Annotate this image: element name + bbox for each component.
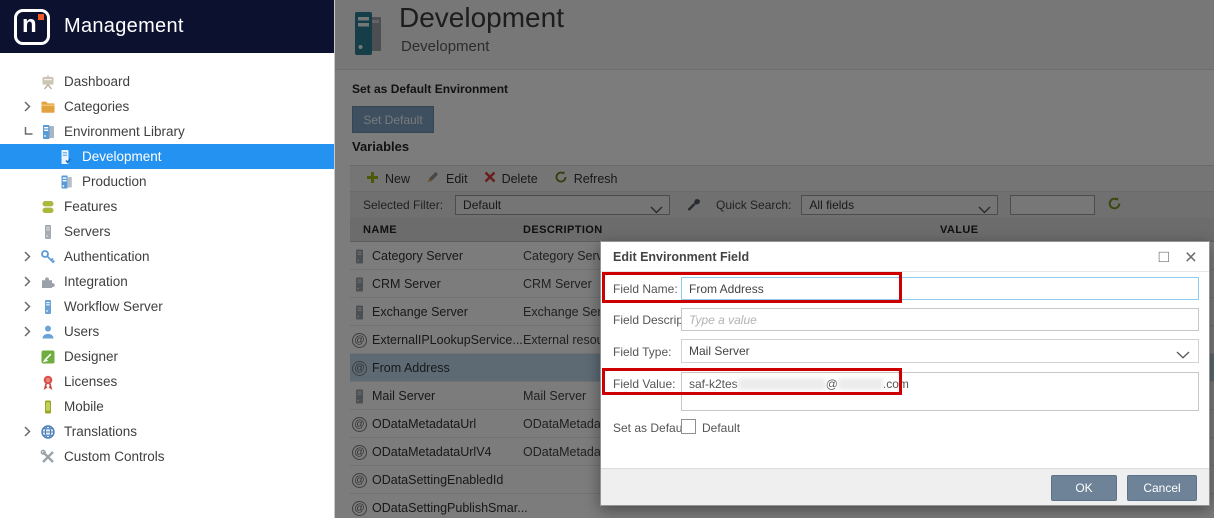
puzzle-icon	[40, 274, 56, 290]
features-icon	[40, 199, 56, 215]
chevron-right-icon[interactable]	[24, 276, 40, 287]
chevron-right-icon[interactable]	[24, 301, 40, 312]
sidebar-item-features[interactable]: Features	[0, 194, 334, 219]
sidebar-item-label: Servers	[64, 224, 111, 239]
field-value-at: @	[825, 377, 838, 391]
field-name-label: Field Name:	[613, 282, 678, 296]
chevron-right-icon[interactable]	[24, 251, 40, 262]
sidebar-item-label: Production	[82, 174, 147, 189]
sidebar-header: n Management	[0, 0, 334, 53]
field-type-value: Mail Server	[689, 344, 750, 358]
chevron-down-icon	[1176, 348, 1190, 362]
chevron-right-icon[interactable]	[24, 426, 40, 437]
field-name-input[interactable]	[681, 277, 1199, 300]
field-type-dropdown[interactable]: Mail Server	[681, 339, 1199, 363]
sidebar-item-workflow-server[interactable]: Workflow Server	[0, 294, 334, 319]
maximize-icon[interactable]	[1159, 247, 1169, 267]
environment-library-icon	[40, 124, 56, 140]
field-value-prefix: saf-k2tes	[689, 377, 738, 391]
tree-expanded-icon[interactable]	[24, 127, 40, 136]
user-icon	[40, 324, 56, 340]
environment-icon	[58, 174, 74, 190]
sidebar-item-integration[interactable]: Integration	[0, 269, 334, 294]
sidebar-item-custom-controls[interactable]: Custom Controls	[0, 444, 334, 469]
workflow-server-icon	[40, 299, 56, 315]
sidebar-item-label: Users	[64, 324, 100, 339]
mobile-icon	[40, 399, 56, 415]
field-description-input[interactable]	[681, 308, 1199, 331]
dashboard-icon	[40, 74, 56, 90]
ok-button[interactable]: OK	[1051, 475, 1117, 501]
sidebar-item-development[interactable]: Development	[0, 144, 334, 169]
app-title: Management	[64, 15, 184, 37]
field-type-label: Field Type:	[613, 345, 672, 359]
app-window: n Management Dashboard Categories Enviro…	[0, 0, 1214, 518]
sidebar-item-authentication[interactable]: Authentication	[0, 244, 334, 269]
sidebar-item-label: Designer	[64, 349, 119, 364]
sidebar-item-label: Authentication	[64, 249, 150, 264]
chevron-right-icon[interactable]	[24, 101, 40, 112]
close-icon[interactable]	[1185, 246, 1197, 270]
dialog-titlebar: Edit Environment Field	[601, 242, 1209, 272]
globe-icon	[40, 424, 56, 440]
redaction-blur	[837, 378, 883, 390]
license-icon	[40, 374, 56, 390]
sidebar-item-label: Dashboard	[64, 74, 131, 89]
field-value-input[interactable]: saf-k2tes @ .com	[681, 372, 1199, 411]
default-checkbox[interactable]	[681, 419, 696, 434]
sidebar-item-designer[interactable]: Designer	[0, 344, 334, 369]
sidebar-item-label: Licenses	[64, 374, 118, 389]
nintex-logo: n	[14, 8, 50, 45]
sidebar-item-label: Categories	[64, 99, 130, 114]
sidebar-item-label: Features	[64, 199, 118, 214]
tools-icon	[40, 449, 56, 465]
set-as-default-label: Set as Default:	[613, 421, 692, 435]
sidebar-item-licenses[interactable]: Licenses	[0, 369, 334, 394]
cancel-button[interactable]: Cancel	[1127, 475, 1197, 501]
sidebar-item-label: Custom Controls	[64, 449, 165, 464]
environment-icon	[58, 149, 74, 165]
sidebar-item-production[interactable]: Production	[0, 169, 334, 194]
default-checkbox-label: Default	[702, 421, 741, 435]
field-value-suffix: .com	[882, 377, 909, 391]
dialog-footer: OK Cancel	[601, 468, 1209, 505]
sidebar-item-label: Development	[82, 149, 162, 164]
sidebar-item-categories[interactable]: Categories	[0, 94, 334, 119]
dialog-title: Edit Environment Field	[613, 250, 750, 264]
sidebar-item-label: Mobile	[64, 399, 104, 414]
sidebar-item-environment-library[interactable]: Environment Library	[0, 119, 334, 144]
sidebar-item-label: Integration	[64, 274, 128, 289]
server-icon	[40, 224, 56, 240]
sidebar: n Management Dashboard Categories Enviro…	[0, 0, 335, 518]
folder-icon	[40, 99, 56, 115]
sidebar-item-translations[interactable]: Translations	[0, 419, 334, 444]
sidebar-item-label: Environment Library	[64, 124, 185, 139]
sidebar-nav: Dashboard Categories Environment Library…	[0, 53, 334, 469]
sidebar-item-dashboard[interactable]: Dashboard	[0, 69, 334, 94]
sidebar-item-mobile[interactable]: Mobile	[0, 394, 334, 419]
sidebar-item-servers[interactable]: Servers	[0, 219, 334, 244]
chevron-right-icon[interactable]	[24, 326, 40, 337]
key-icon	[40, 249, 56, 265]
logo-letter: n	[22, 10, 37, 38]
sidebar-item-label: Translations	[64, 424, 138, 439]
edit-environment-field-dialog: Edit Environment Field Field Name: Field…	[600, 241, 1210, 506]
designer-icon	[40, 349, 56, 365]
logo-dot	[38, 13, 44, 20]
field-value-label: Field Value:	[613, 377, 676, 391]
sidebar-item-users[interactable]: Users	[0, 319, 334, 344]
sidebar-item-label: Workflow Server	[64, 299, 163, 314]
redaction-blur	[737, 378, 826, 390]
